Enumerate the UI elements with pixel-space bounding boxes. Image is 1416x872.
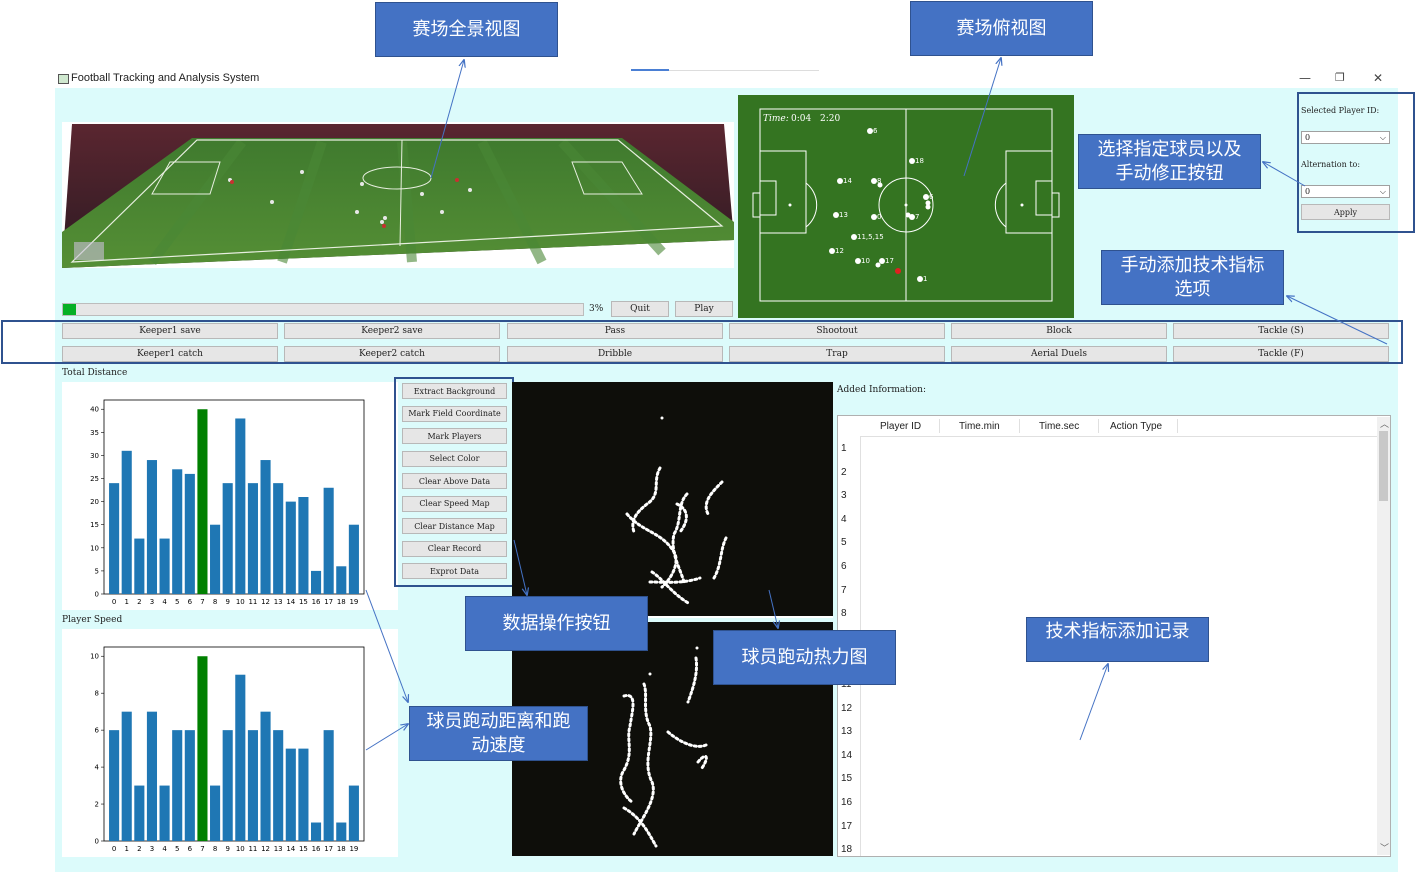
callout-heatmap: 球员跑动热力图 — [713, 630, 896, 685]
callout-topview: 赛场俯视图 — [910, 1, 1093, 56]
callout-arrows — [365, 0, 1388, 751]
callout-charts: 球员跑动距离和跑动速度 — [409, 706, 588, 761]
callout-records: 技术指标添加记录 — [1026, 617, 1209, 662]
callout-selection: 选择指定球员以及手动修正按钮 — [1078, 134, 1261, 189]
callout-actions: 手动添加技术指标选项 — [1101, 250, 1284, 305]
callout-panorama: 赛场全景视图 — [375, 2, 558, 57]
callout-data-ops: 数据操作按钮 — [465, 596, 648, 651]
